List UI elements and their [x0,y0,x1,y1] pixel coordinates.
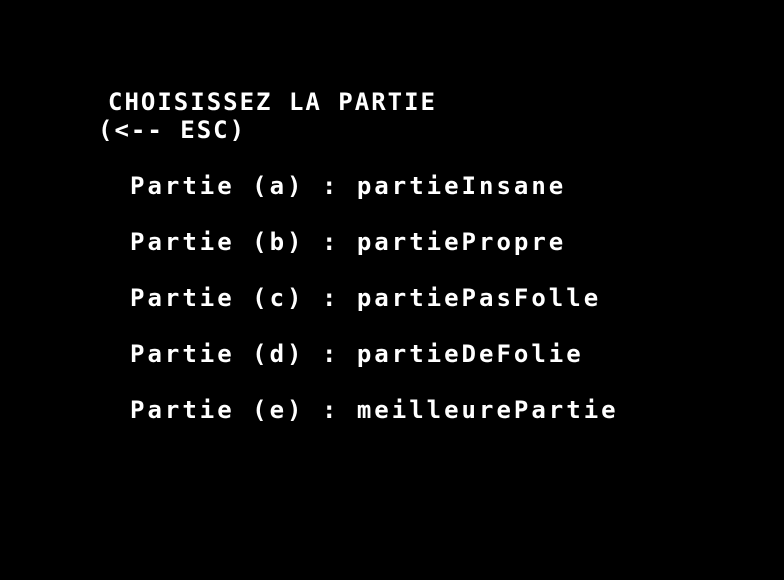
game-screen: CHOISISSEZ LA PARTIE (<-- ESC) Partie (a… [0,0,784,580]
menu-item-label: Partie (e) [130,396,305,424]
menu-item-game-name: partieInsane [356,172,567,200]
menu-item-game-name: partiePropre [356,228,567,256]
esc-back-hint[interactable]: (<-- ESC) [98,116,246,144]
menu-item-game-name: meilleurePartie [356,396,619,424]
menu-item-game-name: partieDeFolie [356,340,584,368]
menu-item-separator: : [304,172,357,200]
menu-item-partie-c[interactable]: Partie (c) : partiePasFolle [130,284,619,340]
menu-item-partie-a[interactable]: Partie (a) : partieInsane [130,172,619,228]
screen-title: CHOISISSEZ LA PARTIE [108,88,437,116]
menu-item-separator: : [304,228,357,256]
menu-item-separator: : [304,396,357,424]
menu-item-separator: : [304,284,357,312]
menu-item-label: Partie (d) [130,340,305,368]
menu-item-partie-b[interactable]: Partie (b) : partiePropre [130,228,619,284]
menu-item-label: Partie (c) [130,284,305,312]
menu-item-separator: : [304,340,357,368]
menu-item-partie-e[interactable]: Partie (e) : meilleurePartie [130,396,619,452]
menu-item-partie-d[interactable]: Partie (d) : partieDeFolie [130,340,619,396]
game-select-menu: Partie (a) : partieInsane Partie (b) : p… [130,172,619,452]
menu-item-label: Partie (b) [130,228,305,256]
menu-item-game-name: partiePasFolle [356,284,602,312]
menu-item-label: Partie (a) [130,172,305,200]
